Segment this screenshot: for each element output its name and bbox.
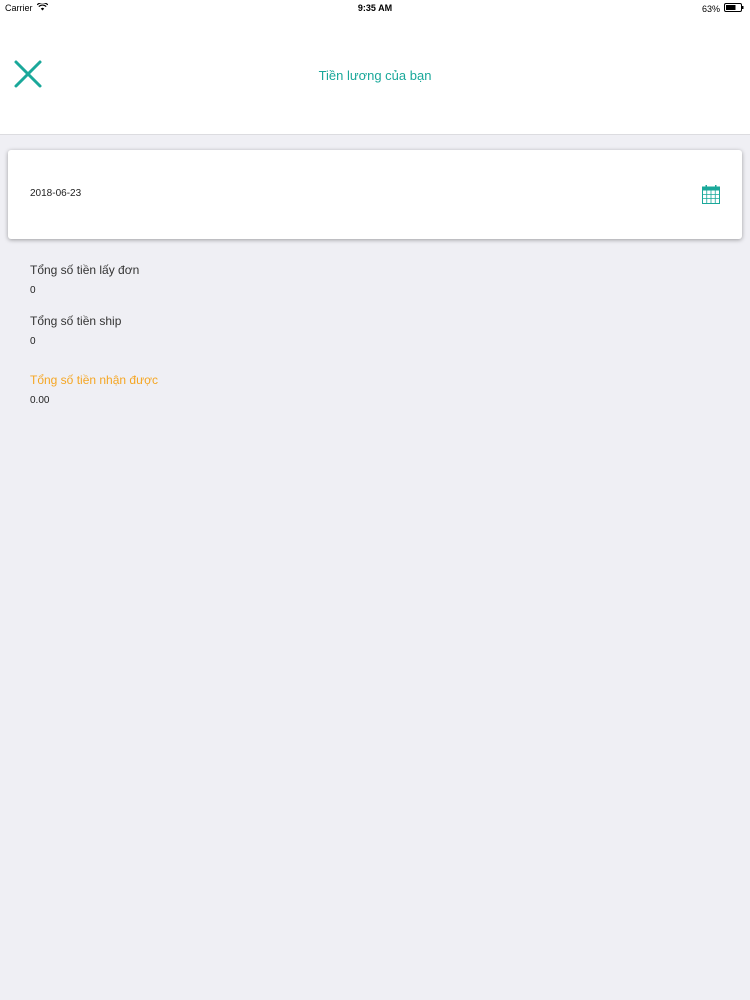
received-total-value: 0.00 bbox=[30, 395, 50, 406]
navigation-bar: Tiền lương của bạn bbox=[0, 16, 750, 135]
status-time: 9:35 AM bbox=[357, 3, 393, 13]
status-bar: Carrier 9:35 AM 63% bbox=[0, 0, 750, 16]
pickup-total-label: Tổng số tiền lấy đơn bbox=[30, 263, 140, 277]
date-picker-field[interactable]: 2018-06-23 bbox=[8, 150, 742, 239]
page-title: Tiền lương của bạn bbox=[318, 68, 432, 83]
ship-total-label: Tổng số tiền ship bbox=[30, 314, 122, 328]
screen: Carrier 9:35 AM 63% Tiền lương của bạn 2… bbox=[0, 0, 750, 1000]
ship-total-value: 0 bbox=[30, 336, 36, 347]
received-total-label: Tổng số tiền nhận được bbox=[30, 373, 158, 387]
battery-icon bbox=[724, 3, 744, 14]
pickup-total-value: 0 bbox=[30, 285, 36, 296]
status-right: 63% bbox=[702, 3, 744, 14]
battery-percent: 63% bbox=[701, 3, 720, 14]
calendar-icon[interactable] bbox=[702, 185, 720, 204]
selected-date: 2018-06-23 bbox=[30, 188, 82, 199]
